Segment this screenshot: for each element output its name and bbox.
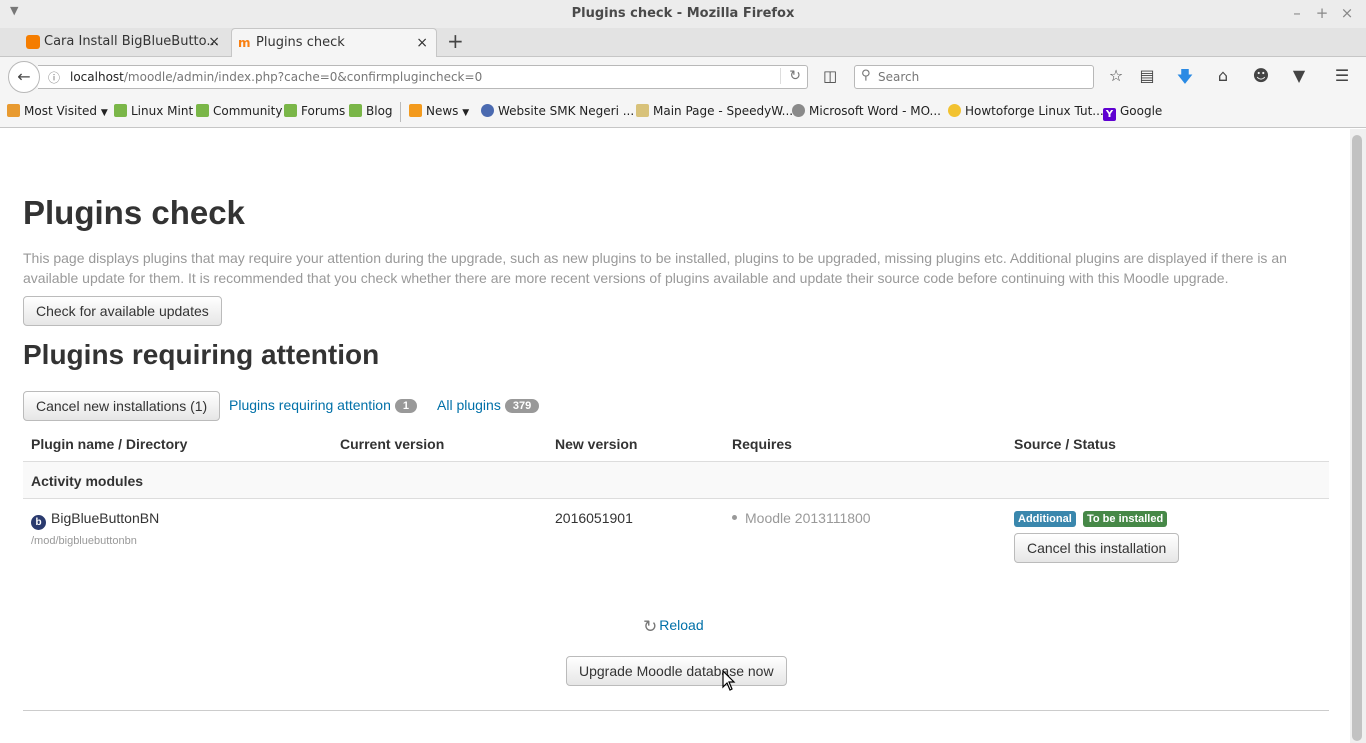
bookmark-blog[interactable]: Blog	[349, 104, 393, 118]
header-plugin-name: Plugin name / Directory	[31, 436, 188, 452]
table-header: Plugin name / Directory Current version …	[23, 425, 1329, 462]
mint-icon	[196, 104, 209, 117]
reload-icon[interactable]: ↻	[780, 68, 801, 84]
upgrade-database-button[interactable]: Upgrade Moodle database now	[566, 656, 787, 686]
bookmark-separator	[400, 102, 401, 122]
bookmark-speedyw[interactable]: Main Page - SpeedyW...	[636, 104, 793, 118]
bullet-icon	[732, 515, 737, 520]
page-scrollbar[interactable]	[1350, 129, 1366, 743]
bookmark-forums[interactable]: Forums	[284, 104, 345, 118]
plugin-directory: /mod/bigbluebuttonbn	[31, 535, 137, 547]
close-tab-icon[interactable]: ×	[416, 29, 428, 57]
mint-icon	[114, 104, 127, 117]
reload-icon: ↻	[643, 617, 658, 636]
filter-attention-link[interactable]: Plugins requiring attention 1	[229, 397, 418, 413]
plugins-table: Plugin name / Directory Current version …	[23, 425, 1329, 579]
mint-icon	[349, 104, 362, 117]
tab-label: Plugins check	[256, 35, 345, 50]
dropdown-arrow-icon: ▼	[100, 108, 108, 118]
plugin-requires: Moodle 2013111800	[732, 510, 871, 526]
dropdown-arrow-icon: ▼	[462, 108, 470, 118]
badge-additional: Additional	[1014, 511, 1076, 527]
header-new-version: New version	[555, 436, 638, 452]
hello-icon[interactable]: ☻	[1251, 66, 1271, 85]
folder-icon	[7, 104, 20, 117]
window-title: Plugins check - Mozilla Firefox	[571, 6, 795, 21]
url-path: /moodle/admin/index.php?cache=0&confirmp…	[123, 70, 483, 84]
header-source-status: Source / Status	[1014, 436, 1116, 452]
bookmark-microsoft-word[interactable]: Microsoft Word - MO...	[792, 104, 941, 118]
tab-label: Cara Install BigBlueButto...	[44, 34, 219, 49]
moodle-icon: m	[238, 36, 251, 50]
page-description: This page displays plugins that may requ…	[23, 250, 1287, 286]
close-tab-icon[interactable]: ×	[208, 28, 220, 56]
section-title: Plugins requiring attention	[23, 339, 380, 370]
search-input[interactable]: ⚲ Search	[854, 65, 1094, 89]
back-arrow-icon: ←	[17, 67, 31, 86]
header-current-version: Current version	[340, 436, 445, 452]
bigbluebutton-icon: b	[31, 515, 46, 530]
cancel-installation-button[interactable]: Cancel this installation	[1014, 533, 1180, 563]
home-icon[interactable]: ⌂	[1213, 66, 1233, 85]
header-requires: Requires	[732, 436, 792, 452]
tab-cara-install[interactable]: Cara Install BigBlueButto... ×	[20, 28, 228, 57]
scrollbar-thumb[interactable]	[1352, 135, 1362, 741]
url-bar[interactable]: ⓘ localhost/moodle/admin/index.php?cache…	[38, 65, 808, 89]
url-text[interactable]: localhost/moodle/admin/index.php?cache=0…	[70, 70, 482, 84]
globe-icon	[792, 104, 805, 117]
group-label: Activity modules	[31, 473, 144, 489]
bookmark-smk-negeri[interactable]: Website SMK Negeri ...	[481, 104, 634, 118]
blogger-icon	[26, 35, 40, 49]
plugin-name: b BigBlueButtonBN	[31, 510, 159, 530]
tab-plugins-check[interactable]: m Plugins check ×	[231, 28, 437, 57]
downloads-icon[interactable]: 🡇	[1175, 66, 1195, 93]
bulb-icon	[948, 104, 961, 117]
navigation-bar: ⓘ localhost/moodle/admin/index.php?cache…	[0, 57, 1366, 96]
window-titlebar: ▼ Plugins check - Mozilla Firefox – + ×	[0, 0, 1366, 28]
divider	[23, 710, 1329, 711]
bookmark-google[interactable]: Y Google	[1103, 104, 1162, 121]
bookmark-most-visited[interactable]: Most Visited ▼	[7, 104, 108, 118]
pocket-icon[interactable]: ▼	[1289, 66, 1309, 85]
maximize-icon[interactable]: +	[1314, 4, 1330, 22]
all-count-badge: 379	[504, 399, 540, 413]
bookmark-howtoforge[interactable]: Howtoforge Linux Tut...	[948, 104, 1104, 118]
back-button[interactable]: ←	[8, 61, 40, 93]
check-updates-button[interactable]: Check for available updates	[23, 296, 222, 326]
bookmark-community[interactable]: Community	[196, 104, 282, 118]
url-host: localhost	[70, 70, 124, 84]
page-icon	[636, 104, 649, 117]
cancel-new-installations-button[interactable]: Cancel new installations (1)	[23, 391, 221, 421]
bookmark-star-icon[interactable]: ☆	[1106, 66, 1126, 85]
yahoo-icon: Y	[1103, 108, 1116, 121]
filter-all-link[interactable]: All plugins 379	[437, 397, 540, 413]
reload-link[interactable]: ↻ Reload	[643, 617, 704, 637]
search-icon: ⚲	[861, 68, 871, 83]
mouse-cursor-icon	[722, 670, 736, 691]
bookmark-linux-mint[interactable]: Linux Mint	[114, 104, 193, 118]
minimize-icon[interactable]: –	[1289, 4, 1305, 22]
search-placeholder: Search	[878, 70, 920, 84]
close-window-icon[interactable]: ×	[1339, 4, 1355, 22]
badge-to-be-installed: To be installed	[1083, 511, 1168, 527]
plugin-new-version: 2016051901	[555, 510, 633, 526]
page-title: Plugins check	[23, 194, 245, 231]
bookmarks-toolbar: Most Visited ▼ Linux Mint Community Foru…	[0, 96, 1366, 128]
bookmarks-library-icon[interactable]: ▤	[1137, 66, 1157, 85]
new-tab-icon[interactable]: +	[447, 29, 464, 53]
reader-view-icon[interactable]: ◫	[823, 67, 837, 85]
menu-hamburger-icon[interactable]: ☰	[1332, 66, 1352, 85]
tab-bar: Cara Install BigBlueButto... × m Plugins…	[0, 28, 1366, 57]
table-group-row: Activity modules	[23, 462, 1329, 499]
rss-icon	[409, 104, 422, 117]
page-content: Plugins check This page displays plugins…	[0, 129, 1350, 743]
table-row: b BigBlueButtonBN /mod/bigbluebuttonbn 20…	[23, 499, 1329, 579]
school-icon	[481, 104, 494, 117]
attention-count-badge: 1	[394, 399, 418, 413]
info-icon[interactable]: ⓘ	[48, 69, 60, 86]
bookmark-news[interactable]: News ▼	[409, 104, 469, 118]
mint-icon	[284, 104, 297, 117]
